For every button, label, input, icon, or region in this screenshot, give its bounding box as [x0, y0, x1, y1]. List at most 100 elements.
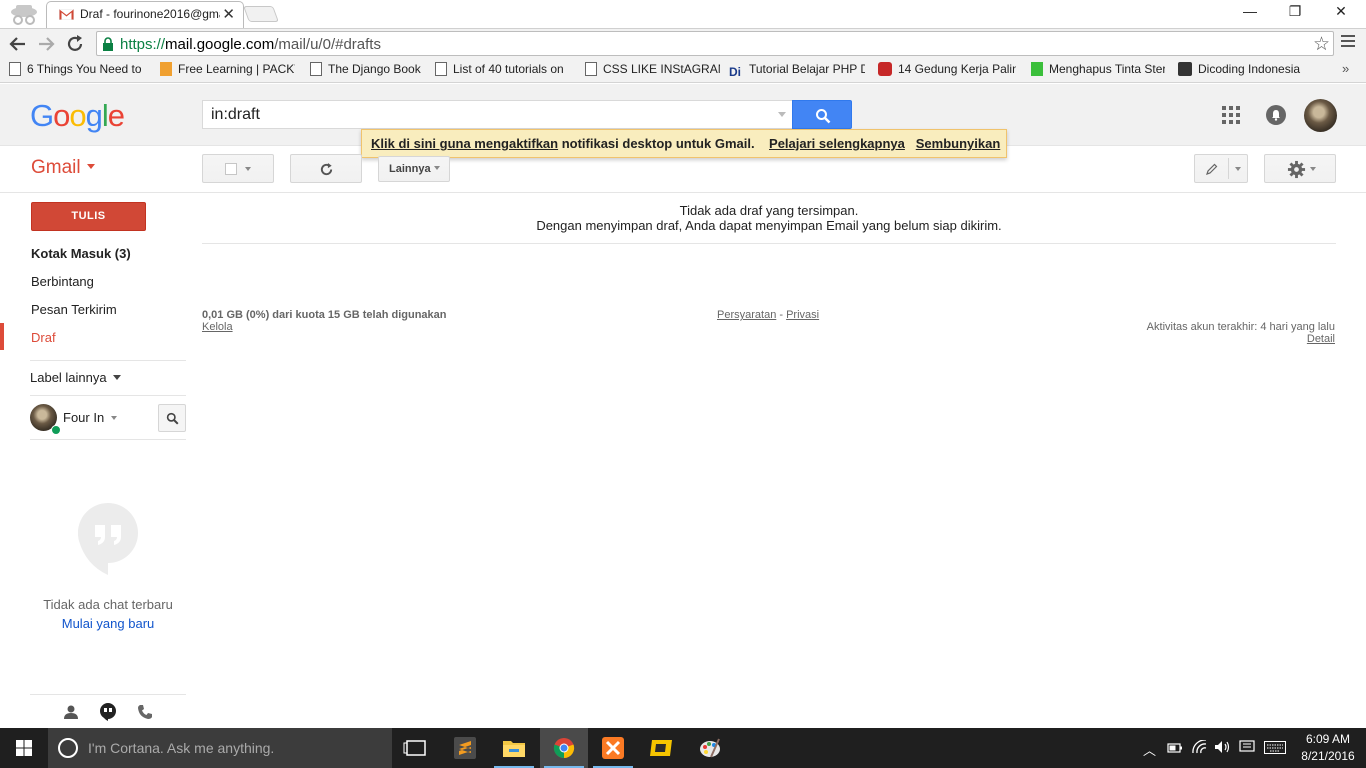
browser-tab-gmail[interactable]: Draf - fourinone2016@gmail.com ✕: [46, 1, 244, 28]
page-icon: [310, 62, 322, 76]
manage-storage-link[interactable]: Kelola: [202, 321, 233, 333]
sidebar-divider: [30, 395, 186, 396]
incognito-icon: [11, 5, 37, 25]
pencil-icon: [1206, 163, 1218, 175]
xampp-icon: [602, 737, 624, 759]
contacts-person-icon[interactable]: [62, 703, 80, 721]
more-actions-button[interactable]: Lainnya: [378, 156, 450, 182]
green-icon: [1031, 62, 1043, 76]
windows-taskbar: I'm Cortana. Ask me anything. ︿ 6:09 AM …: [0, 728, 1366, 768]
settings-button[interactable]: [1264, 154, 1336, 183]
bookmark-item[interactable]: List of 40 tutorials on: [435, 62, 567, 79]
chevron-down-icon: [112, 375, 121, 380]
taskbar-app-sublime[interactable]: [441, 728, 489, 768]
volume-icon[interactable]: [1214, 740, 1232, 754]
window-minimize-button[interactable]: —: [1230, 3, 1270, 23]
hangouts-bubble-icon: [78, 503, 138, 575]
sidebar-item-inbox[interactable]: Kotak Masuk (3): [31, 246, 131, 261]
folder-icon: [503, 741, 525, 757]
taskbar-app-xampp[interactable]: [589, 728, 637, 768]
taskbar-app-file-explorer[interactable]: [490, 728, 538, 768]
taskbar-app-pdf[interactable]: [638, 728, 686, 768]
search-options-caret-icon[interactable]: [778, 112, 786, 117]
bookmark-star-icon[interactable]: ☆: [1313, 33, 1330, 56]
windows-start-icon[interactable]: [0, 728, 48, 768]
terms-link[interactable]: Persyaratan: [717, 309, 776, 321]
chrome-icon: [553, 738, 575, 759]
sidebar-item-sent[interactable]: Pesan Terkirim: [31, 302, 117, 317]
privacy-link[interactable]: Privasi: [786, 309, 819, 321]
activity-details-link[interactable]: Detail: [1307, 333, 1335, 345]
cortana-icon: [58, 738, 78, 758]
battery-icon[interactable]: [1167, 742, 1183, 754]
more-labels-toggle[interactable]: Label lainnya: [30, 370, 121, 385]
chevron-down-icon: [433, 166, 440, 170]
forward-arrow-icon[interactable]: [34, 32, 58, 56]
bookmark-item[interactable]: Di Tutorial Belajar PHP D: [729, 62, 865, 79]
bookmark-item[interactable]: Free Learning | PACKT: [160, 62, 295, 79]
tab-title: Draf - fourinone2016@gmail.com: [80, 7, 220, 21]
sidebar-item-drafts[interactable]: Draf: [31, 330, 56, 345]
chat-search-button[interactable]: [158, 404, 186, 432]
bookmark-item[interactable]: The Django Book: [310, 62, 425, 79]
task-view-icon[interactable]: [392, 728, 440, 768]
tab-close-icon[interactable]: ✕: [222, 5, 235, 23]
compose-button[interactable]: TULIS: [31, 202, 146, 231]
bookmarks-overflow-icon[interactable]: »: [1342, 61, 1349, 76]
gmail-app-switcher[interactable]: Gmail: [31, 157, 95, 179]
reload-icon[interactable]: [63, 32, 87, 56]
pdf-icon: [650, 740, 672, 756]
cortana-search-box[interactable]: I'm Cortana. Ask me anything.: [48, 728, 392, 768]
start-new-chat-link[interactable]: Mulai yang baru: [30, 616, 186, 631]
window-restore-button[interactable]: ❐: [1275, 3, 1315, 23]
select-checkbox-button[interactable]: [202, 154, 274, 183]
bookmark-item[interactable]: 6 Things You Need to: [9, 62, 141, 79]
notifications-bell-icon[interactable]: [1266, 105, 1286, 125]
active-nav-indicator: [0, 323, 4, 350]
empty-drafts-title: Tidak ada draf yang tersimpan.: [679, 203, 859, 218]
bookmark-item[interactable]: 14 Gedung Kerja Palin: [878, 62, 1016, 79]
taskbar-app-chrome[interactable]: [540, 728, 588, 768]
show-hidden-icons-chevron-icon[interactable]: ︿: [1143, 740, 1156, 759]
bookmark-item[interactable]: Dicoding Indonesia: [1178, 62, 1306, 79]
address-bar[interactable]: https://mail.google.com/mail/u/0/#drafts…: [96, 31, 1334, 56]
bookmark-item[interactable]: CSS LIKE INStAGRAM: [585, 62, 720, 79]
action-center-icon[interactable]: [1239, 740, 1255, 754]
enable-notifications-link[interactable]: Klik di sini guna mengaktifkan: [371, 136, 558, 151]
chevron-down-icon: [86, 164, 95, 169]
phone-icon[interactable]: [136, 703, 154, 721]
search-button[interactable]: [792, 100, 852, 129]
google-logo[interactable]: Google: [30, 98, 125, 134]
keyboard-icon[interactable]: [1264, 741, 1286, 754]
cortana-placeholder: I'm Cortana. Ask me anything.: [88, 740, 275, 756]
hide-notification-link[interactable]: Sembunyikan: [916, 136, 1001, 151]
taskbar-app-paint[interactable]: [686, 728, 734, 768]
search-icon: [166, 412, 179, 425]
bookmark-item[interactable]: Menghapus Tinta Ster: [1031, 62, 1165, 79]
address-url: https://mail.google.com/mail/u/0/#drafts: [120, 36, 381, 53]
window-close-button[interactable]: ✕: [1321, 3, 1361, 23]
refresh-icon: [320, 162, 333, 176]
online-status-icon: [51, 425, 61, 435]
refresh-button[interactable]: [290, 154, 362, 183]
account-avatar[interactable]: [1304, 99, 1337, 132]
back-arrow-icon[interactable]: [6, 32, 30, 56]
sidebar-item-starred[interactable]: Berbintang: [31, 274, 94, 289]
wifi-icon[interactable]: [1192, 740, 1208, 754]
packt-icon: [160, 62, 172, 76]
apps-grid-icon[interactable]: [1222, 106, 1240, 124]
clock-date: 8/21/2016: [1301, 749, 1355, 763]
chrome-menu-icon[interactable]: [1341, 35, 1355, 51]
sublime-text-icon: [454, 737, 476, 759]
learn-more-link[interactable]: Pelajari selengkapnya: [769, 136, 905, 151]
browser-toolbar: https://mail.google.com/mail/u/0/#drafts…: [0, 28, 1366, 58]
new-tab-button[interactable]: [243, 6, 279, 22]
taskbar-clock[interactable]: 6:09 AM 8/21/2016: [1296, 731, 1360, 765]
chat-user-menu[interactable]: Four In: [63, 410, 117, 425]
checkbox-icon: [225, 163, 237, 175]
hangouts-chat-icon[interactable]: [99, 703, 117, 721]
sidebar-divider: [30, 439, 186, 440]
search-input[interactable]: in:draft: [202, 100, 792, 129]
input-tools-button[interactable]: [1194, 154, 1248, 183]
desktop-notification-banner: Klik di sini guna mengaktifkan notifikas…: [361, 129, 1007, 158]
